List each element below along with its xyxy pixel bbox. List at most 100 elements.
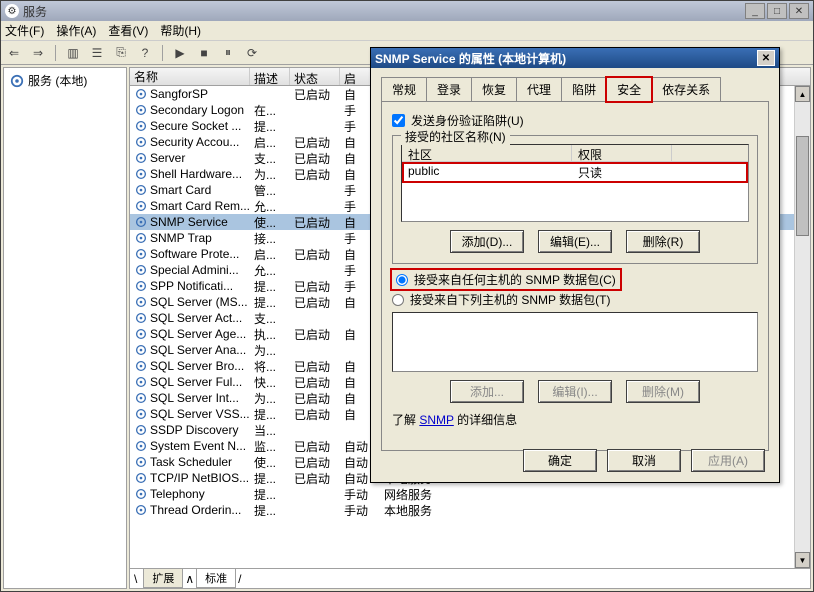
gear-icon — [134, 231, 148, 245]
tab-standard[interactable]: 标准 — [196, 569, 236, 588]
tab-deps[interactable]: 依存关系 — [651, 77, 721, 102]
tree-root[interactable]: 服务 (本地) — [4, 68, 126, 93]
edit-host-button[interactable]: 编辑(I)... — [538, 380, 612, 403]
community-row[interactable]: public 只读 — [402, 162, 748, 183]
tab-general[interactable]: 常规 — [381, 77, 427, 102]
export-button[interactable]: ⎘ — [112, 44, 130, 62]
col-name[interactable]: 名称 — [130, 68, 250, 85]
accepted-communities-title: 接受的社区名称(N) — [401, 128, 510, 145]
tab-recovery[interactable]: 恢复 — [471, 77, 517, 102]
gear-icon — [134, 311, 148, 325]
gear-icon — [134, 103, 148, 117]
gear-icon — [134, 247, 148, 261]
gear-icon — [134, 295, 148, 309]
remove-community-button[interactable]: 删除(R) — [626, 230, 700, 253]
tree-root-label: 服务 (本地) — [28, 72, 87, 89]
tab-traps[interactable]: 陷阱 — [561, 77, 607, 102]
scroll-down-button[interactable]: ▼ — [795, 552, 810, 568]
remove-host-button[interactable]: 删除(M) — [626, 380, 700, 403]
gear-icon — [134, 487, 148, 501]
accept-any-radio[interactable] — [396, 274, 408, 286]
col-desc[interactable]: 描述 — [250, 68, 290, 85]
app-icon: ⚙ — [5, 4, 19, 18]
gear-icon — [134, 375, 148, 389]
gear-icon — [134, 439, 148, 453]
bottom-tabs: \ 扩展 ∧ 标准 / — [130, 568, 810, 588]
col-community[interactable]: 社区 — [402, 145, 572, 161]
restart-button[interactable]: ⟳ — [243, 44, 261, 62]
col-status[interactable]: 状态 — [290, 68, 340, 85]
send-auth-trap-label: 发送身份验证陷阱(U) — [411, 112, 524, 129]
communities-listbox[interactable]: 社区 权限 public 只读 — [401, 144, 749, 222]
gear-icon — [134, 327, 148, 341]
add-host-button[interactable]: 添加... — [450, 380, 524, 403]
col-perm[interactable]: 权限 — [572, 145, 672, 161]
cancel-button[interactable]: 取消 — [607, 449, 681, 472]
accepted-communities-group: 接受的社区名称(N) 社区 权限 public 只读 添加(D)... 编辑(E… — [392, 135, 758, 264]
tab-agent[interactable]: 代理 — [516, 77, 562, 102]
gear-icon — [134, 167, 148, 181]
community-perm: 只读 — [572, 163, 672, 182]
accept-list-radio[interactable] — [392, 294, 404, 306]
ok-button[interactable]: 确定 — [523, 449, 597, 472]
accept-any-label: 接受来自任何主机的 SNMP 数据包(C) — [414, 271, 616, 288]
gear-icon — [134, 359, 148, 373]
gear-icon — [134, 135, 148, 149]
dialog-title: SNMP Service 的属性 (本地计算机) — [375, 50, 757, 67]
edit-community-button[interactable]: 编辑(E)... — [538, 230, 612, 253]
dialog-close-button[interactable]: ✕ — [757, 50, 775, 66]
security-panel: 发送身份验证陷阱(U) 接受的社区名称(N) 社区 权限 public 只读 添… — [381, 101, 769, 451]
minimize-button[interactable]: _ — [745, 3, 765, 19]
menubar: 文件(F) 操作(A) 查看(V) 帮助(H) — [1, 21, 813, 41]
properties-dialog: SNMP Service 的属性 (本地计算机) ✕ 常规 登录 恢复 代理 陷… — [370, 47, 780, 483]
snmp-info-link[interactable]: SNMP — [419, 413, 453, 427]
apply-button[interactable]: 应用(A) — [691, 449, 765, 472]
service-row[interactable]: Thread Orderin...提...手动本地服务 — [130, 502, 810, 518]
scrollbar[interactable]: ▲ ▼ — [794, 86, 810, 568]
menu-file[interactable]: 文件(F) — [5, 22, 44, 39]
tabstrip: 常规 登录 恢复 代理 陷阱 安全 依存关系 — [381, 77, 769, 102]
gear-icon — [134, 199, 148, 213]
scroll-thumb[interactable] — [796, 136, 809, 236]
properties-button[interactable]: ☰ — [88, 44, 106, 62]
menu-view[interactable]: 查看(V) — [108, 22, 148, 39]
tab-logon[interactable]: 登录 — [426, 77, 472, 102]
gear-icon — [134, 391, 148, 405]
service-row[interactable]: Telephony提...手动网络服务 — [130, 486, 810, 502]
back-button[interactable]: ⇐ — [5, 44, 23, 62]
gear-icon — [10, 74, 24, 88]
gear-icon — [134, 263, 148, 277]
gear-icon — [134, 215, 148, 229]
gear-icon — [134, 471, 148, 485]
hosts-listbox[interactable] — [392, 312, 758, 372]
titlebar: ⚙ 服务 _ □ ✕ — [1, 1, 813, 21]
gear-icon — [134, 183, 148, 197]
stop-button[interactable]: ■ — [195, 44, 213, 62]
dialog-titlebar: SNMP Service 的属性 (本地计算机) ✕ — [371, 48, 779, 68]
menu-help[interactable]: 帮助(H) — [160, 22, 201, 39]
close-button[interactable]: ✕ — [789, 3, 809, 19]
gear-icon — [134, 503, 148, 517]
info-line: 了解 SNMP 的详细信息 — [392, 411, 758, 428]
gear-icon — [134, 279, 148, 293]
pause-button[interactable]: ⏸ — [219, 44, 237, 62]
accept-list-label: 接受来自下列主机的 SNMP 数据包(T) — [410, 291, 610, 308]
tab-security[interactable]: 安全 — [606, 77, 652, 102]
maximize-button[interactable]: □ — [767, 3, 787, 19]
gear-icon — [134, 119, 148, 133]
add-community-button[interactable]: 添加(D)... — [450, 230, 524, 253]
gear-icon — [134, 423, 148, 437]
forward-button[interactable]: ⇒ — [29, 44, 47, 62]
send-auth-trap-checkbox[interactable] — [392, 114, 405, 127]
menu-action[interactable]: 操作(A) — [56, 22, 96, 39]
community-name: public — [402, 163, 572, 182]
gear-icon — [134, 151, 148, 165]
help-button[interactable]: ? — [136, 44, 154, 62]
gear-icon — [134, 407, 148, 421]
tree-pane: 服务 (本地) — [3, 67, 127, 589]
window-title: 服务 — [23, 3, 745, 20]
scroll-up-button[interactable]: ▲ — [795, 86, 810, 102]
start-button[interactable]: ▶ — [171, 44, 189, 62]
show-hide-tree-button[interactable]: ▥ — [64, 44, 82, 62]
tab-extended[interactable]: 扩展 — [143, 569, 183, 588]
